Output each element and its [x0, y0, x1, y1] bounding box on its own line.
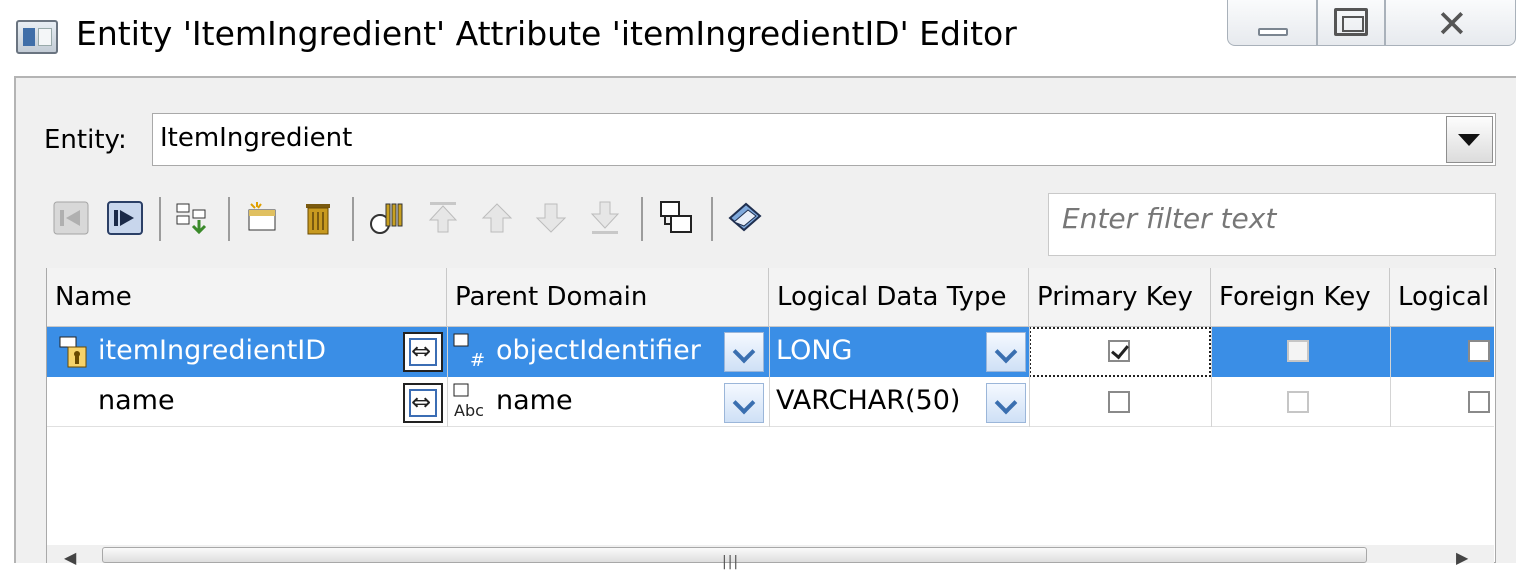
column-divider [1390, 327, 1391, 427]
close-icon: ✕ [1436, 2, 1468, 46]
next-icon[interactable] [106, 198, 144, 238]
maximize-button[interactable] [1317, 0, 1385, 46]
column-header-logical-data-type[interactable]: Logical Data Type [769, 268, 1029, 327]
column-header-parent-domain[interactable]: Parent Domain [447, 268, 769, 327]
column-header-name[interactable]: Name [47, 268, 447, 327]
toolbar-separator [159, 197, 161, 241]
column-divider [769, 327, 770, 427]
column-divider [1211, 327, 1212, 427]
new-attribute-icon[interactable] [243, 198, 281, 238]
primary-key-checkbox[interactable] [1108, 391, 1130, 413]
app-icon[interactable] [16, 20, 58, 54]
minimize-button[interactable] [1227, 0, 1317, 46]
window-title: Entity 'ItemIngredient' Attribute 'itemI… [76, 14, 1017, 53]
scroll-left-icon[interactable]: ◀ [64, 548, 76, 567]
logical-data-type-dropdown-icon[interactable] [986, 383, 1026, 423]
primary-key-checkbox[interactable] [1108, 340, 1130, 362]
minimize-icon [1258, 28, 1288, 36]
foreign-key-checkbox [1287, 340, 1309, 362]
column-header-primary-key[interactable]: Primary Key [1029, 268, 1211, 327]
parent-domain-dropdown-icon[interactable] [724, 332, 764, 372]
numeric-domain-icon: # [452, 332, 492, 371]
svg-text:#: # [470, 350, 485, 370]
entity-label: Entity: [44, 125, 127, 155]
toolbar-separator [352, 197, 354, 241]
scroll-right-icon[interactable]: ▶ [1456, 548, 1468, 567]
filter-placeholder: Enter filter text [1062, 202, 1277, 235]
column-header-foreign-key[interactable]: Foreign Key [1211, 268, 1390, 327]
toolbar-separator [711, 197, 713, 241]
attribute-name[interactable]: name [98, 385, 175, 416]
attribute-name[interactable]: itemIngredientID [98, 335, 326, 366]
primary-key-attribute-icon [58, 335, 90, 369]
reorder-icon[interactable] [368, 198, 406, 238]
move-bottom-icon [586, 198, 624, 238]
move-up-icon [478, 198, 516, 238]
move-down-icon [532, 198, 570, 238]
logical-checkbox[interactable] [1468, 391, 1490, 413]
column-divider [447, 327, 448, 427]
expand-icon[interactable] [403, 383, 443, 423]
foreign-key-checkbox [1287, 391, 1309, 413]
column-divider [1029, 327, 1030, 427]
toolbar-separator [228, 197, 230, 241]
entity-dropdown-button[interactable] [1446, 116, 1493, 163]
hierarchy-icon[interactable] [173, 198, 211, 238]
delete-icon[interactable] [299, 198, 337, 238]
properties-icon[interactable] [726, 198, 764, 238]
parent-domain-value[interactable]: name [496, 385, 573, 416]
column-header-logical[interactable]: Logical [1390, 268, 1494, 327]
table-row[interactable] [47, 377, 1494, 427]
parent-domain-dropdown-icon[interactable] [724, 383, 764, 423]
chevron-down-icon [1458, 134, 1480, 146]
entity-combo-value: ItemIngredient [160, 123, 353, 153]
toolbar-separator [641, 197, 643, 241]
copy-attributes-icon[interactable] [657, 198, 695, 238]
caption-buttons: ✕ [1227, 0, 1516, 48]
scrollbar-grip: ||| [722, 554, 740, 570]
maximize-icon [1334, 8, 1368, 36]
text-domain-icon: Abc [452, 382, 492, 422]
svg-text:Abc: Abc [454, 401, 484, 420]
logical-data-type-value[interactable]: LONG [776, 335, 852, 366]
move-top-icon [424, 198, 462, 238]
logical-data-type-value[interactable]: VARCHAR(50) [776, 385, 960, 416]
parent-domain-value[interactable]: objectIdentifier [496, 335, 701, 366]
close-button[interactable]: ✕ [1385, 0, 1516, 46]
logical-checkbox[interactable] [1468, 340, 1490, 362]
previous-disabled-icon [52, 198, 90, 238]
expand-icon[interactable] [403, 332, 443, 372]
entity-combo[interactable] [152, 113, 1496, 166]
logical-data-type-dropdown-icon[interactable] [986, 332, 1026, 372]
